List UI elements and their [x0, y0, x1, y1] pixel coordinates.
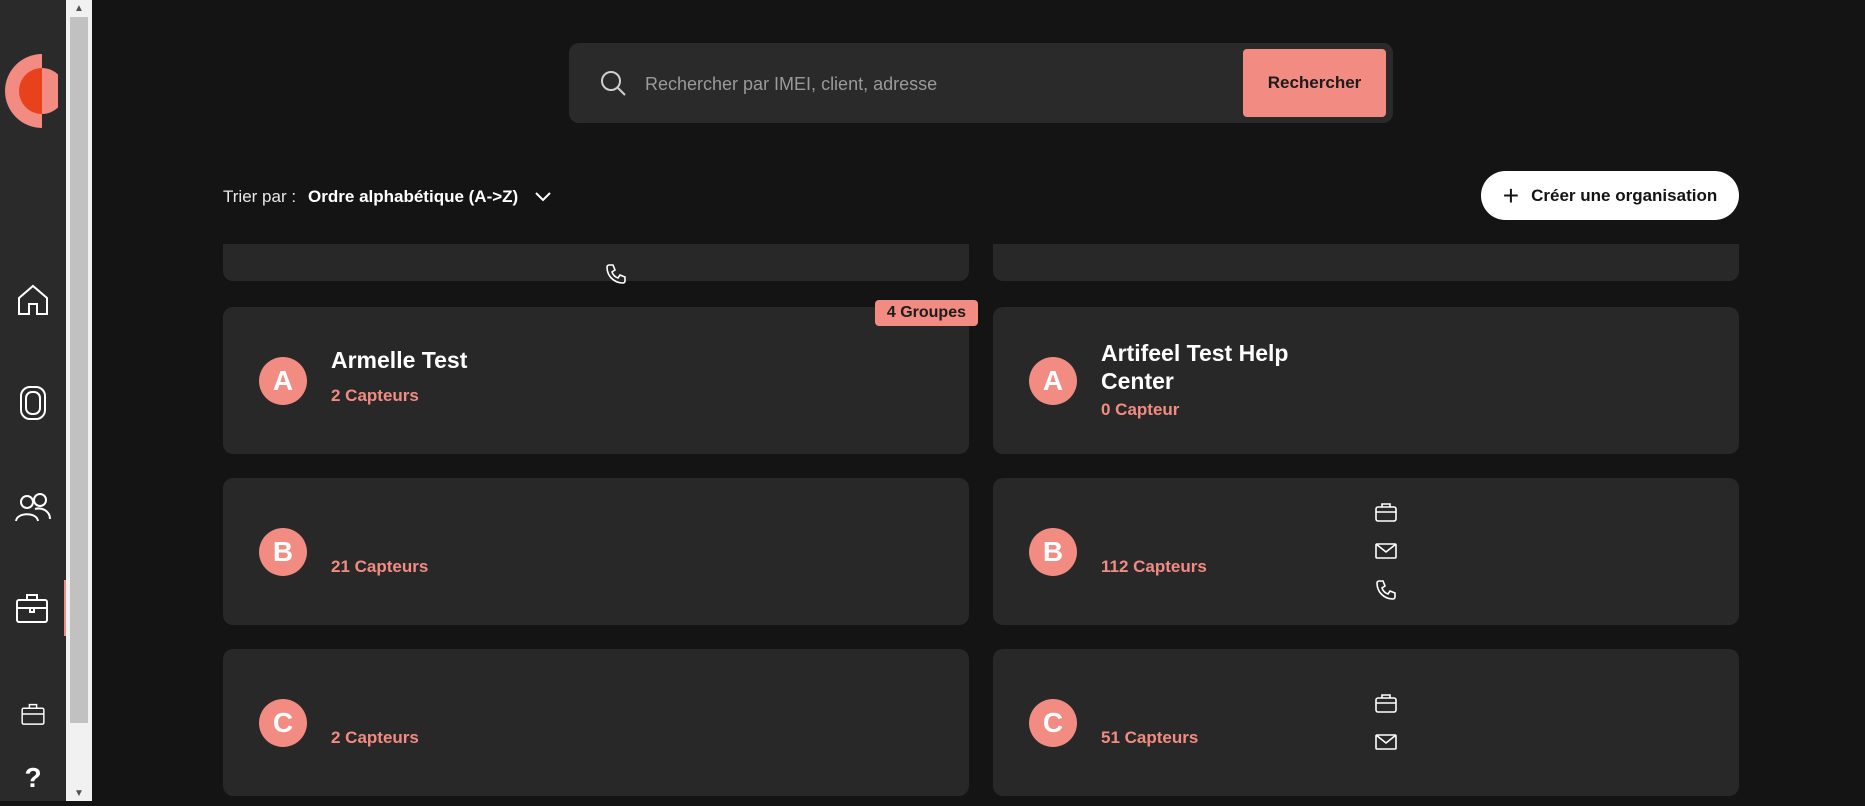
organization-card[interactable]: A Artifeel Test Help Center 0 Capteur	[993, 307, 1739, 454]
organization-card[interactable]: C 51 Capteurs	[993, 649, 1739, 796]
phone-icon	[1376, 580, 1396, 600]
avatar: A	[1029, 357, 1077, 405]
search-input[interactable]	[643, 61, 1207, 107]
search-bar: Rechercher	[569, 43, 1393, 123]
avatar: C	[1029, 699, 1077, 747]
chevron-down-icon	[535, 192, 551, 202]
organizations-list: A Armelle Test 2 Capteurs 4 Groupes A Ar…	[223, 244, 1739, 801]
avatar: C	[259, 699, 307, 747]
scroll-down-icon[interactable]: ▼	[66, 785, 92, 801]
search-button[interactable]: Rechercher	[1243, 49, 1386, 117]
device-icon	[20, 386, 46, 420]
sensor-count: 21 Capteurs	[331, 557, 429, 576]
organization-card-partial[interactable]	[993, 244, 1739, 281]
nav-organizations[interactable]	[0, 580, 66, 636]
organization-name: Artifeel Test Help Center	[1101, 340, 1289, 394]
briefcase-icon	[1375, 503, 1397, 522]
organization-card[interactable]: C 2 Capteurs	[223, 649, 969, 796]
plus-icon: +	[1502, 179, 1520, 211]
scrollbar[interactable]: ▲ ▼	[66, 0, 92, 801]
briefcase-icon	[1375, 694, 1397, 713]
logo[interactable]	[4, 54, 65, 128]
create-organization-label: Créer une organisation	[1531, 185, 1718, 205]
nav-users[interactable]	[0, 480, 66, 536]
avatar: B	[1029, 528, 1077, 576]
mail-icon	[1375, 543, 1397, 559]
nav-devices[interactable]	[0, 375, 66, 431]
sensor-count: 0 Capteur	[1101, 400, 1180, 419]
organization-card[interactable]: B 21 Capteurs	[223, 478, 969, 625]
home-icon	[18, 284, 48, 315]
phone-icon	[606, 264, 626, 284]
organization-card-partial[interactable]	[223, 244, 969, 284]
organization-name: Armelle Test	[331, 347, 468, 373]
briefcase-icon	[16, 594, 48, 623]
create-organization-button[interactable]: + Créer une organisation	[1481, 171, 1739, 220]
users-icon	[15, 493, 51, 522]
avatar: A	[259, 357, 307, 405]
scroll-up-icon[interactable]: ▲	[66, 0, 92, 16]
help-icon[interactable]: ?	[0, 750, 66, 806]
help-label: ?	[24, 762, 42, 793]
sort-control: Trier par : Ordre alphabétique (A->Z)	[223, 183, 552, 211]
scroll-thumb[interactable]	[70, 17, 88, 723]
briefcase-small-icon	[21, 703, 45, 725]
sort-label: Trier par :	[223, 187, 297, 206]
avatar: B	[259, 528, 307, 576]
organization-card[interactable]: A Armelle Test 2 Capteurs 4 Groupes	[223, 300, 978, 454]
sensor-count: 51 Capteurs	[1101, 728, 1199, 747]
nav-home[interactable]	[0, 272, 66, 328]
sidebar: ?	[0, 0, 66, 801]
sort-value: Ordre alphabétique (A->Z)	[308, 187, 519, 206]
mail-icon	[1375, 734, 1397, 750]
sort-select[interactable]: Ordre alphabétique (A->Z)	[308, 187, 552, 207]
search-icon	[601, 71, 626, 96]
organization-card[interactable]: B 112 Capteurs	[993, 478, 1739, 625]
sensor-count: 2 Capteurs	[331, 386, 419, 405]
nav-secondary-briefcase[interactable]	[0, 686, 66, 742]
sensor-count: 112 Capteurs	[1101, 557, 1207, 576]
sensor-count: 2 Capteurs	[331, 728, 419, 747]
groups-badge: 4 Groupes	[874, 300, 978, 326]
